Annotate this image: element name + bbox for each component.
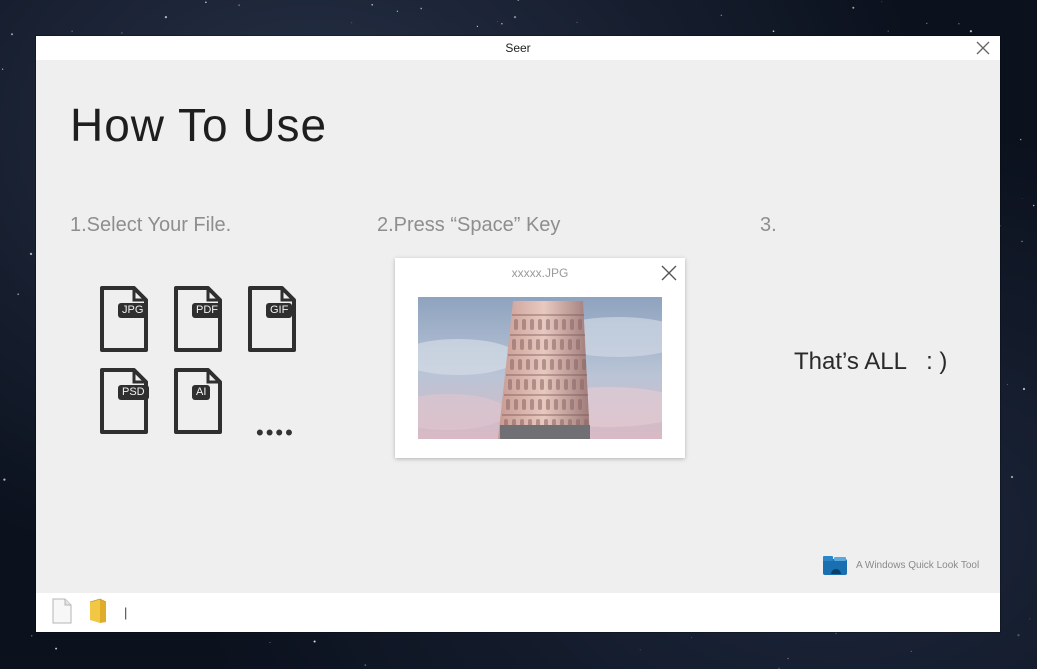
preview-window-illustration: xxxxx.JPG [395, 258, 685, 458]
page-title: How To Use [70, 99, 328, 151]
step-2-label: 2.Press “Space” Key [377, 214, 561, 236]
file-type-badge: AI [192, 385, 211, 400]
close-icon [661, 265, 677, 281]
path-field[interactable]: | [124, 605, 127, 620]
file-type-badge: GIF [266, 303, 293, 318]
folder-icon[interactable] [88, 598, 108, 624]
file-type-gif: GIF [244, 282, 300, 354]
document-icon [174, 286, 222, 352]
preview-filename: xxxxx.JPG [511, 266, 569, 280]
document-icon [100, 286, 148, 352]
more-file-types: •••• [256, 420, 295, 445]
document-icon [174, 368, 222, 434]
document-icon [100, 368, 148, 434]
close-icon[interactable] [974, 39, 992, 57]
bottom-bar: | [36, 593, 1000, 632]
title-bar[interactable]: Seer [36, 36, 1000, 60]
step-3-label: 3. [760, 214, 777, 236]
file-type-badge: PSD [118, 385, 149, 400]
brand-tagline: A Windows Quick Look Tool [856, 560, 980, 571]
supported-file-types: JPG PDF GIF PSD AI •••• [96, 282, 316, 445]
file-icon[interactable] [52, 598, 72, 624]
file-type-psd: PSD [96, 364, 152, 436]
closing-message: That’s ALL : ) [794, 348, 948, 375]
file-type-badge: JPG [118, 303, 148, 318]
file-type-pdf: PDF [170, 282, 226, 354]
preview-photo [418, 297, 662, 439]
seer-window: Seer How To Use 1.Select Your File. 2.Pr… [36, 36, 1000, 632]
document-icon [248, 286, 296, 352]
file-type-badge: PDF [192, 303, 222, 318]
leaning-tower-photo [418, 297, 662, 439]
window-title: Seer [505, 41, 531, 55]
brand-footer: A Windows Quick Look Tool [822, 554, 992, 578]
step-1-label: 1.Select Your File. [70, 214, 232, 236]
file-type-jpg: JPG [96, 282, 152, 354]
seer-logo-icon [823, 556, 847, 575]
file-type-ai: AI [170, 364, 226, 436]
